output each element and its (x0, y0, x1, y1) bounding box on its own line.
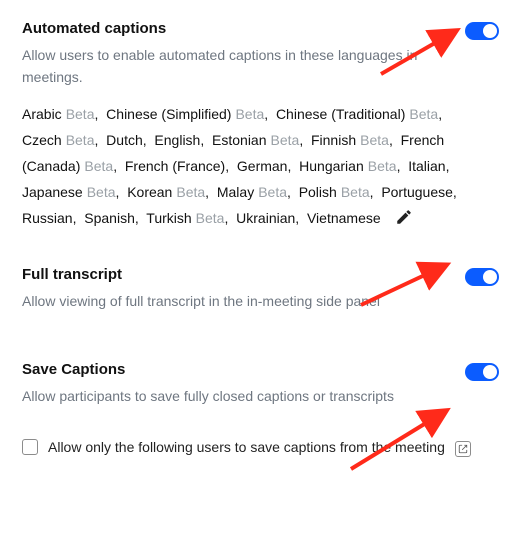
section-header: Save Captions Allow participants to save… (22, 361, 499, 422)
section-header: Automated captions Allow users to enable… (22, 20, 499, 102)
automated-captions-title: Automated captions (22, 20, 452, 37)
separator: , (113, 158, 125, 174)
beta-badge: Beta (271, 132, 300, 148)
beta-badge: Beta (84, 158, 113, 174)
language-item: French (France) (125, 158, 225, 174)
automated-captions-toggle[interactable] (465, 22, 499, 40)
language-item: Czech (22, 132, 62, 148)
separator: , (95, 106, 107, 122)
full-transcript-toggle[interactable] (465, 268, 499, 286)
separator: , (224, 210, 236, 226)
text-block: Full transcript Allow viewing of full tr… (22, 266, 380, 327)
separator: , (453, 184, 461, 200)
automated-captions-desc: Allow users to enable automated captions… (22, 45, 452, 88)
language-item: German (237, 158, 288, 174)
beta-badge: Beta (66, 132, 95, 148)
text-block: Save Captions Allow participants to save… (22, 361, 394, 422)
language-list: ArabicBeta, Chinese (Simplified)Beta, Ch… (22, 102, 487, 231)
language-item: Arabic (22, 106, 62, 122)
language-item: Dutch (106, 132, 143, 148)
separator: , (200, 132, 212, 148)
toggle-knob (483, 24, 497, 38)
beta-badge: Beta (368, 158, 397, 174)
separator: , (438, 106, 446, 122)
separator: , (389, 132, 401, 148)
separator: , (446, 158, 454, 174)
save-captions-title: Save Captions (22, 361, 394, 378)
restrict-users-label: Allow only the following users to save c… (48, 439, 445, 455)
language-item: Chinese (Traditional) (276, 106, 405, 122)
language-item: Malay (217, 184, 254, 200)
language-item: English (154, 132, 200, 148)
language-item: Chinese (Simplified) (106, 106, 231, 122)
section-header: Full transcript Allow viewing of full tr… (22, 266, 499, 327)
full-transcript-section: Full transcript Allow viewing of full tr… (22, 266, 499, 327)
language-item: Italian (408, 158, 445, 174)
toggle-knob (483, 270, 497, 284)
language-item: Polish (299, 184, 337, 200)
full-transcript-desc: Allow viewing of full transcript in the … (22, 291, 380, 313)
beta-badge: Beta (409, 106, 438, 122)
language-item: Japanese (22, 184, 83, 200)
language-item: Hungarian (299, 158, 364, 174)
beta-badge: Beta (176, 184, 205, 200)
edit-languages-icon[interactable] (395, 208, 413, 226)
language-item: Turkish (146, 210, 191, 226)
save-captions-section: Save Captions Allow participants to save… (22, 361, 499, 458)
beta-badge: Beta (87, 184, 116, 200)
separator: , (287, 184, 299, 200)
language-item: Ukrainian (236, 210, 295, 226)
language-item: Vietnamese (307, 210, 381, 226)
full-transcript-title: Full transcript (22, 266, 380, 283)
language-item: Portuguese (381, 184, 453, 200)
beta-badge: Beta (196, 210, 225, 226)
checkbox-label-wrap: Allow only the following users to save c… (48, 437, 471, 457)
info-icon[interactable] (455, 441, 471, 457)
separator: , (287, 158, 299, 174)
beta-badge: Beta (235, 106, 264, 122)
language-item: Estonian (212, 132, 266, 148)
automated-captions-section: Automated captions Allow users to enable… (22, 20, 499, 232)
toggle-knob (483, 365, 497, 379)
separator: , (299, 132, 311, 148)
separator: , (116, 184, 128, 200)
separator: , (73, 210, 85, 226)
beta-badge: Beta (66, 106, 95, 122)
save-captions-desc: Allow participants to save fully closed … (22, 386, 394, 408)
language-item: Korean (127, 184, 172, 200)
beta-badge: Beta (258, 184, 287, 200)
restrict-users-checkbox[interactable] (22, 439, 38, 455)
separator: , (397, 158, 409, 174)
language-item: Spanish (84, 210, 135, 226)
save-captions-toggle[interactable] (465, 363, 499, 381)
beta-badge: Beta (360, 132, 389, 148)
separator: , (370, 184, 382, 200)
separator: , (143, 132, 155, 148)
separator: , (225, 158, 237, 174)
separator: , (135, 210, 146, 226)
separator: , (205, 184, 217, 200)
language-item: Finnish (311, 132, 356, 148)
separator: , (264, 106, 276, 122)
text-block: Automated captions Allow users to enable… (22, 20, 452, 102)
separator: , (295, 210, 307, 226)
beta-badge: Beta (341, 184, 370, 200)
separator: , (95, 132, 107, 148)
language-item: Russian (22, 210, 73, 226)
restrict-users-option: Allow only the following users to save c… (22, 437, 477, 457)
